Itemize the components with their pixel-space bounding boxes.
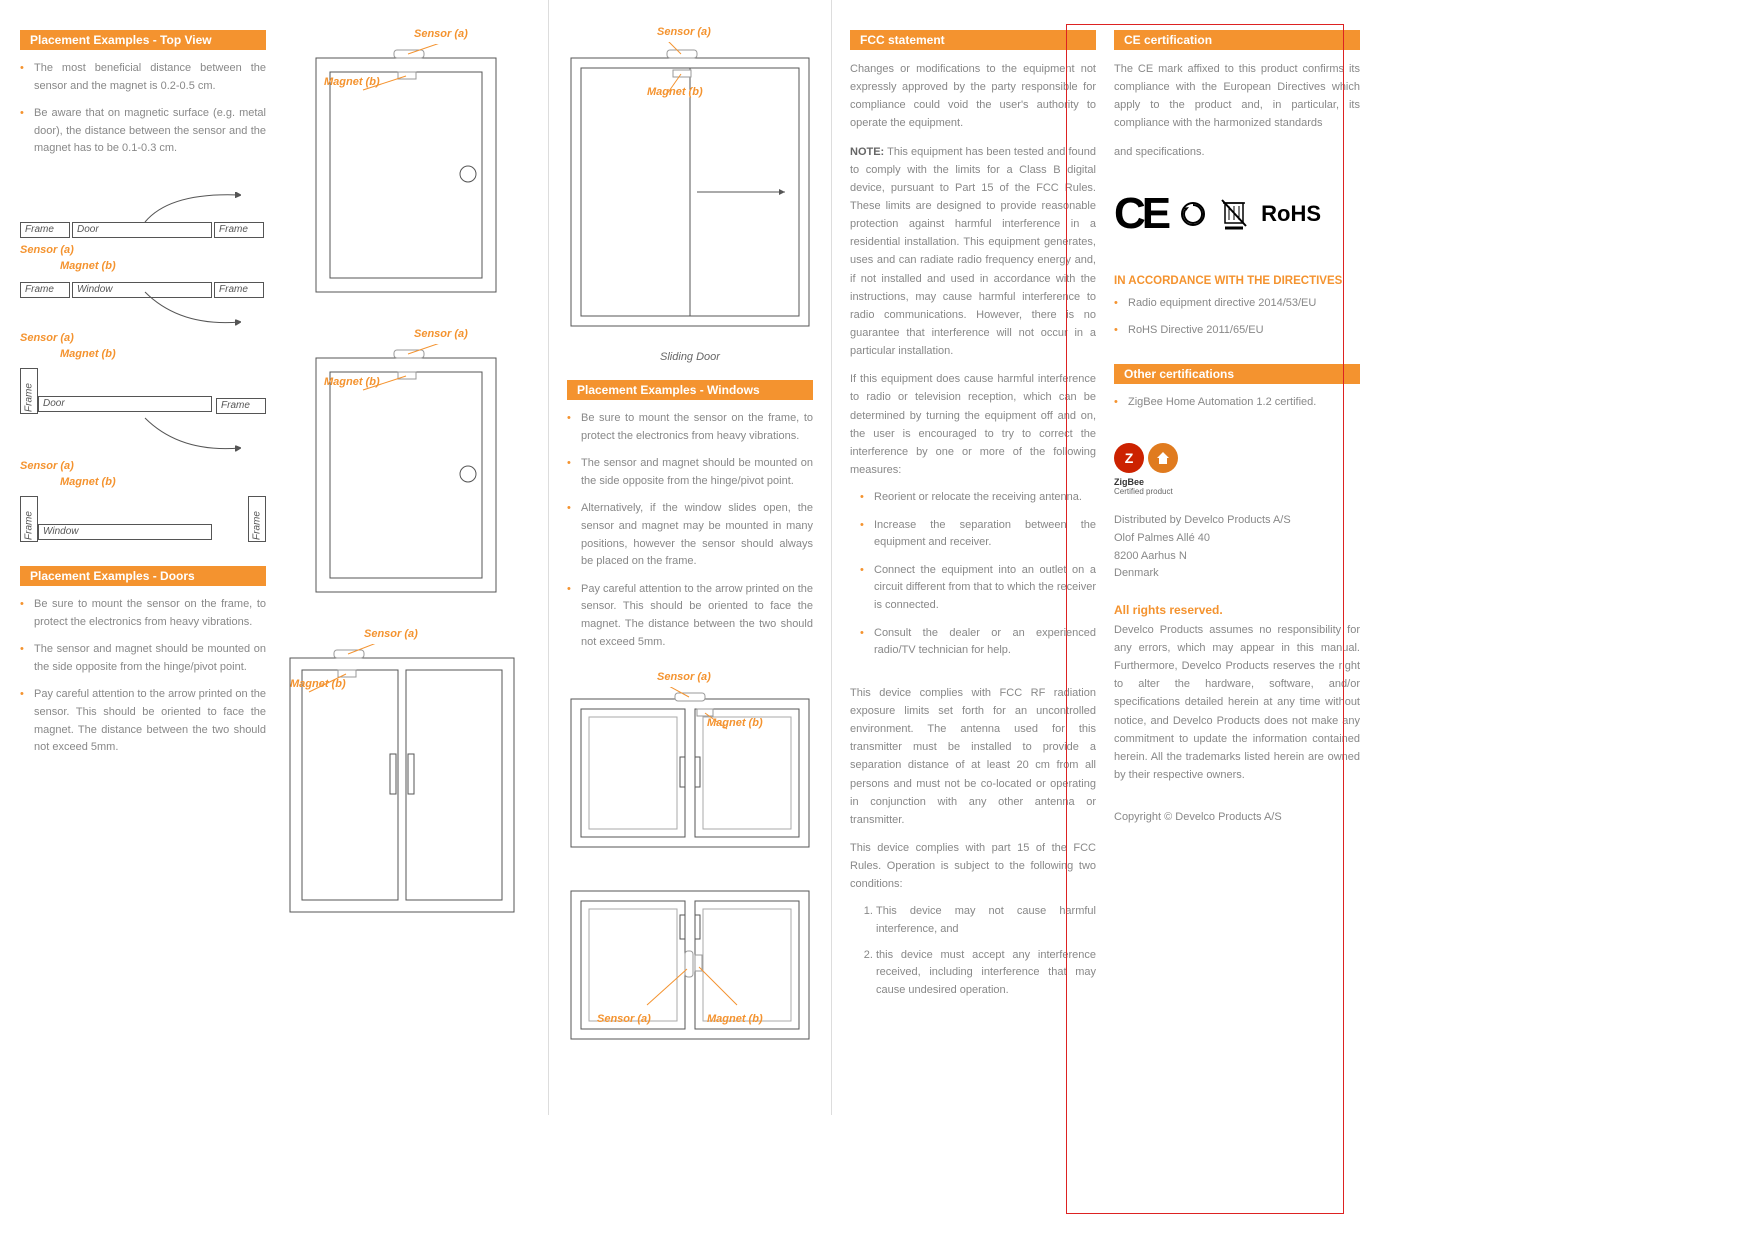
label-sensor-a: Sensor (a) <box>657 26 711 38</box>
zigbee-sub: Certified product <box>1114 487 1360 496</box>
zigbee-home-icon <box>1148 443 1178 473</box>
caption-sliding-door: Sliding Door <box>567 351 813 363</box>
heading-ce: CE certification <box>1114 30 1360 50</box>
list-item: RoHS Directive 2011/65/EU <box>1128 322 1360 340</box>
zigbee-z-icon: Z <box>1114 443 1144 473</box>
list-item: Increase the separation between the equi… <box>874 517 1096 552</box>
directives-heading: IN ACCORDANCE WITH THE DIRECTIVES <box>1114 275 1360 287</box>
top-view-bullets: The most beneficial distance between the… <box>20 60 266 168</box>
label-sensor-a: Sensor (a) <box>657 671 711 683</box>
list-item: Be aware that on magnetic surface (e.g. … <box>34 105 266 158</box>
label-frame: Frame <box>20 368 38 414</box>
label-magnet-b: Magnet (b) <box>60 476 116 488</box>
diagram-window-top: Sensor (a) Magnet (b) <box>567 675 813 865</box>
rohs-label: RoHS <box>1261 201 1321 227</box>
list-item: The sensor and magnet should be mounted … <box>581 455 813 490</box>
addr-line: Distributed by Develco Products A/S <box>1114 512 1360 530</box>
recycle-icon <box>1179 200 1207 228</box>
heading-fcc: FCC statement <box>850 30 1096 50</box>
fcc-note: NOTE: This equipment has been tested and… <box>850 143 1096 361</box>
list-item: Radio equipment directive 2014/53/EU <box>1128 295 1360 313</box>
fcc-p4: This device complies with FCC RF radiati… <box>850 684 1096 829</box>
list-item: ZigBee Home Automation 1.2 certified. <box>1128 394 1360 412</box>
rights-body: Develco Products assumes no responsibili… <box>1114 621 1360 784</box>
label-magnet-b: Magnet (b) <box>60 260 116 272</box>
label-window: Window <box>38 524 212 540</box>
list-item: Consult the dealer or an experienced rad… <box>874 625 1096 660</box>
label-sensor-a: Sensor (a) <box>414 328 468 340</box>
fcc-p3: If this equipment does cause harmful int… <box>850 370 1096 479</box>
heading-top-view: Placement Examples - Top View <box>20 30 266 50</box>
addr-line: 8200 Aarhus N <box>1114 548 1360 566</box>
list-item: Be sure to mount the sensor on the frame… <box>581 410 813 445</box>
column-5: CE certification The CE mark affixed to … <box>1114 30 1360 1085</box>
ce-mark-icon: CE <box>1114 189 1167 239</box>
weee-bin-icon <box>1219 197 1249 231</box>
copyright: Copyright © Develco Products A/S <box>1114 808 1360 826</box>
fcc-p1: Changes or modifications to the equipmen… <box>850 60 1096 133</box>
fcc-p2: This equipment has been tested and found… <box>850 146 1096 358</box>
column-1: Placement Examples - Top View The most b… <box>20 30 266 1085</box>
page-columns: Placement Examples - Top View The most b… <box>20 30 1734 1085</box>
list-item: Connect the equipment into an outlet on … <box>874 562 1096 615</box>
heading-windows: Placement Examples - Windows <box>567 380 813 400</box>
label-frame: Frame <box>20 496 38 542</box>
note-label: NOTE: <box>850 146 884 158</box>
zigbee-badge: Z <box>1114 443 1360 473</box>
label-magnet-b: Magnet (b) <box>707 717 763 729</box>
diagram-double-door: Sensor (a) Magnet (b) <box>284 630 530 930</box>
other-cert-bullets: ZigBee Home Automation 1.2 certified. <box>1114 394 1360 422</box>
heading-doors: Placement Examples - Doors <box>20 566 266 586</box>
label-sensor-a: Sensor (a) <box>414 28 468 40</box>
fcc-measures: Reorient or relocate the receiving anten… <box>850 489 1096 670</box>
addr-line: Denmark <box>1114 565 1360 583</box>
column-4: FCC statement Changes or modifications t… <box>850 30 1096 1085</box>
label-magnet-b: Magnet (b) <box>60 348 116 360</box>
label-sensor-a: Sensor (a) <box>20 332 74 344</box>
label-sensor-a: Sensor (a) <box>20 460 74 472</box>
zigbee-text: ZigBee <box>1114 477 1360 487</box>
label-frame: Frame <box>20 222 70 238</box>
list-item: Alternatively, if the window slides open… <box>581 500 813 570</box>
distributor-address: Distributed by Develco Products A/S Olof… <box>1114 512 1360 582</box>
fcc-conditions: This device may not cause harmful interf… <box>850 903 1096 1007</box>
addr-line: Olof Palmes Allé 40 <box>1114 530 1360 548</box>
label-magnet-b: Magnet (b) <box>647 86 703 98</box>
diagram-top-view: Frame Door Frame Sensor (a) Magnet (b) F… <box>20 182 266 552</box>
cert-icon-row: CE RoHS <box>1114 189 1360 239</box>
list-item: Reorient or relocate the receiving anten… <box>874 489 1096 507</box>
label-sensor-a: Sensor (a) <box>20 244 74 256</box>
column-divider <box>831 0 832 1115</box>
diagram-single-door-2: Sensor (a) Magnet (b) <box>284 330 530 610</box>
list-item: Pay careful attention to the arrow print… <box>581 581 813 651</box>
label-sensor-a: Sensor (a) <box>364 628 418 640</box>
fcc-p5: This device complies with part 15 of the… <box>850 839 1096 893</box>
list-item: This device may not cause harmful interf… <box>876 903 1096 938</box>
doors-bullets: Be sure to mount the sensor on the frame… <box>20 596 266 767</box>
rights-heading: All rights reserved. <box>1114 603 1360 617</box>
label-frame: Frame <box>248 496 266 542</box>
label-sensor-a: Sensor (a) <box>597 1013 651 1025</box>
ce-p2: and specifications. <box>1114 143 1360 161</box>
list-item: The most beneficial distance between the… <box>34 60 266 95</box>
column-divider <box>548 0 549 1115</box>
label-magnet-b: Magnet (b) <box>324 376 380 388</box>
diagram-window-side: Sensor (a) Magnet (b) <box>567 885 813 1065</box>
label-magnet-b: Magnet (b) <box>324 76 380 88</box>
diagram-sliding-door: Sensor (a) Magnet (b) Sliding Door <box>567 30 813 360</box>
column-3: Sensor (a) Magnet (b) Sliding Door Place… <box>567 30 813 1085</box>
windows-bullets: Be sure to mount the sensor on the frame… <box>567 410 813 661</box>
list-item: The sensor and magnet should be mounted … <box>34 641 266 676</box>
diagram-single-door-1: Sensor (a) Magnet (b) <box>284 30 530 310</box>
ce-p1: The CE mark affixed to this product conf… <box>1114 60 1360 133</box>
list-item: this device must accept any interference… <box>876 947 1096 1000</box>
directives-bullets: Radio equipment directive 2014/53/EU RoH… <box>1114 295 1360 350</box>
list-item: Be sure to mount the sensor on the frame… <box>34 596 266 631</box>
list-item: Pay careful attention to the arrow print… <box>34 686 266 756</box>
label-frame: Frame <box>20 282 70 298</box>
heading-other-cert: Other certifications <box>1114 364 1360 384</box>
column-2: Sensor (a) Magnet (b) Sensor (a) Magnet … <box>284 30 530 1085</box>
label-magnet-b: Magnet (b) <box>707 1013 763 1025</box>
label-magnet-b: Magnet (b) <box>290 678 346 690</box>
